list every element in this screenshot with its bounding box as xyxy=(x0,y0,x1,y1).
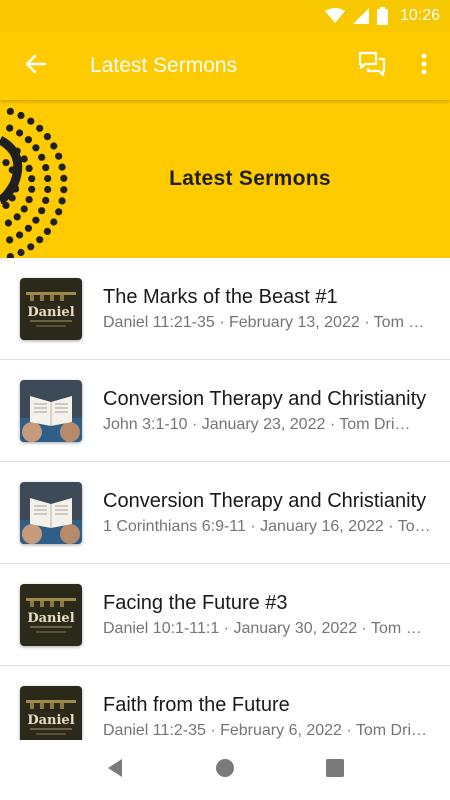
nav-back-button[interactable] xyxy=(95,750,135,790)
sermon-list-item[interactable]: Conversion Therapy and Christianity 1 Cor… xyxy=(0,462,450,564)
system-nav-bar xyxy=(0,740,450,800)
sermon-subtitle: 1 Corinthians 6:9-11 · January 16, 2022 … xyxy=(103,517,432,535)
sermon-list: Daniel The Marks of the Beast #1 Daniel 11… xyxy=(0,258,450,740)
status-time: 10:26 xyxy=(399,7,440,24)
sermon-subtitle: Daniel 11:21-35 · February 13, 2022 · To… xyxy=(103,313,432,331)
sermon-thumbnail: Daniel xyxy=(20,685,82,740)
chat-bubbles-icon xyxy=(358,51,386,82)
sermon-thumbnail: Daniel xyxy=(20,277,82,340)
page-title: Latest Sermons xyxy=(90,54,238,77)
sermon-thumbnail: Daniel xyxy=(20,583,82,646)
sermon-text: Faith from the Future Daniel 11:2-35 · Fe… xyxy=(103,694,450,740)
thumb-label: Daniel xyxy=(27,611,74,626)
sermon-title: Faith from the Future xyxy=(103,693,290,716)
signal-icon xyxy=(352,8,369,24)
banner-title: Latest Sermons xyxy=(169,167,331,190)
sermon-subtitle: John 3:1-10 · January 23, 2022 · Tom Dri… xyxy=(103,415,411,433)
sermon-list-item[interactable]: Daniel The Marks of the Beast #1 Daniel 11… xyxy=(0,258,450,360)
thumb-label: Daniel xyxy=(27,713,74,728)
arrow-left-icon xyxy=(24,54,47,79)
more-vert-icon xyxy=(421,53,427,80)
thumb-label: Daniel xyxy=(27,305,74,320)
back-triangle-icon xyxy=(106,758,124,783)
more-options-button[interactable] xyxy=(398,32,450,100)
status-bar: 10:26 xyxy=(0,0,450,32)
sermon-list-item[interactable]: Daniel Facing the Future #3 Daniel 10:1-11… xyxy=(0,564,450,666)
sermon-title: Facing the Future #3 xyxy=(103,591,288,614)
sermon-text: Conversion Therapy and Christianity John … xyxy=(103,388,450,434)
sermon-title: Conversion Therapy and Christianity xyxy=(103,489,427,512)
sermon-text: Facing the Future #3 Daniel 10:1-11:1 · J… xyxy=(103,592,450,638)
back-button[interactable] xyxy=(0,32,70,100)
sermon-list-item[interactable]: Daniel Faith from the Future Daniel 11:2-3… xyxy=(0,666,450,740)
app-bar: Latest Sermons xyxy=(0,32,450,100)
sermon-text: Conversion Therapy and Christianity 1 Cor… xyxy=(103,490,450,536)
home-circle-icon xyxy=(215,758,235,783)
nav-home-button[interactable] xyxy=(205,750,245,790)
battery-icon xyxy=(376,7,388,25)
sermon-title: Conversion Therapy and Christianity xyxy=(103,387,427,410)
sermon-title: The Marks of the Beast #1 xyxy=(103,285,338,308)
chat-button[interactable] xyxy=(346,32,398,100)
header-banner: Latest Sermons xyxy=(0,100,450,258)
sermon-thumbnail xyxy=(20,481,82,544)
sermon-subtitle: Daniel 11:2-35 · February 6, 2022 · Tom … xyxy=(103,721,427,739)
sermon-thumbnail xyxy=(20,379,82,442)
sermon-subtitle: Daniel 10:1-11:1 · January 30, 2022 · To… xyxy=(103,619,432,637)
nav-recents-button[interactable] xyxy=(315,750,355,790)
wifi-icon xyxy=(324,8,345,24)
recents-square-icon xyxy=(326,758,344,782)
sermon-list-item[interactable]: Conversion Therapy and Christianity John … xyxy=(0,360,450,462)
sermon-text: The Marks of the Beast #1 Daniel 11:21-35… xyxy=(103,286,450,332)
